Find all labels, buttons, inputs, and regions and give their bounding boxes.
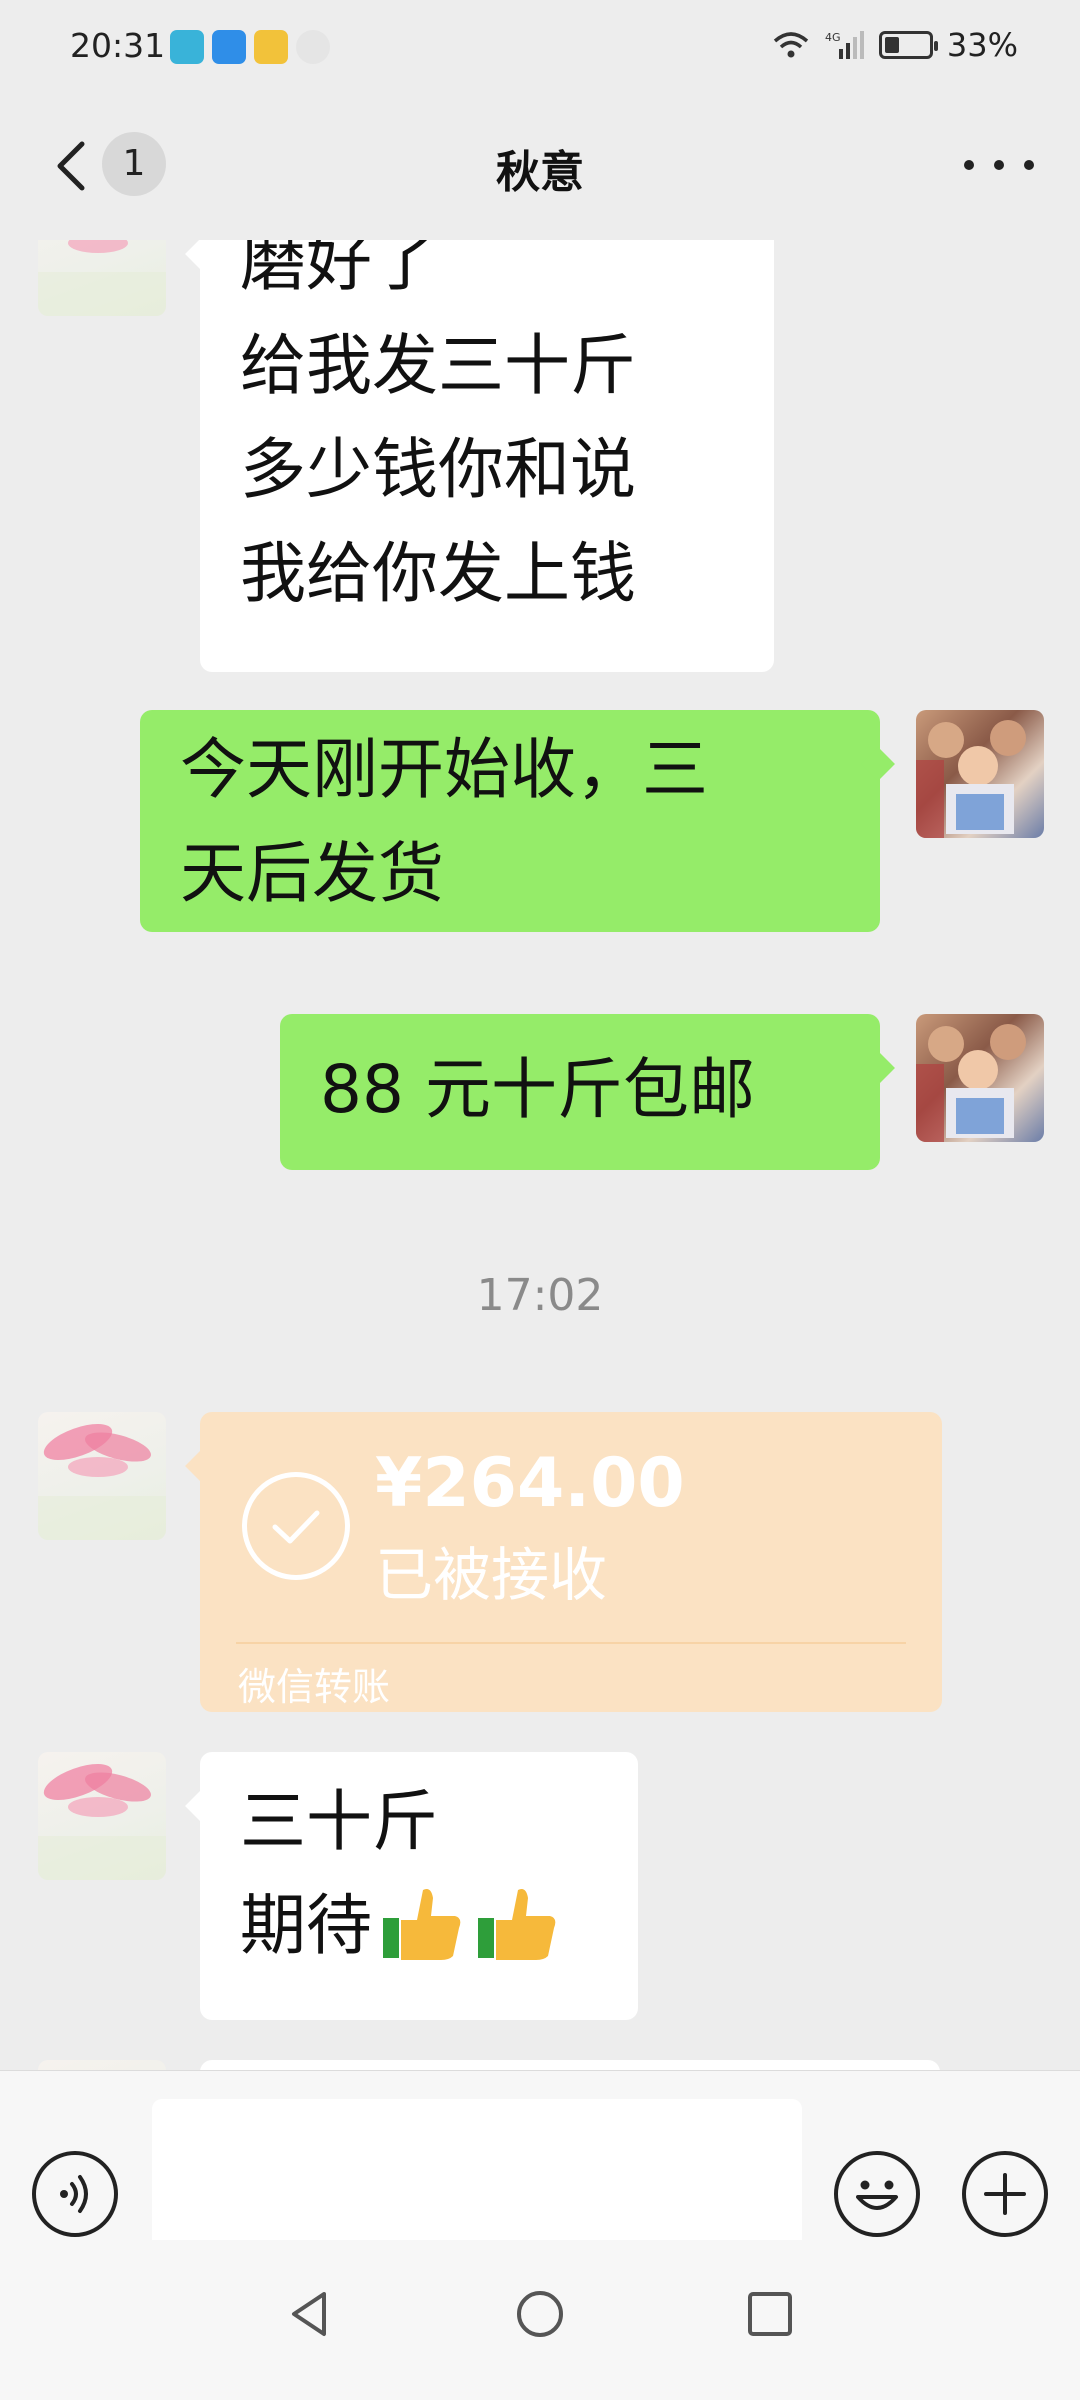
- home-circle-icon[interactable]: [510, 2284, 570, 2344]
- flower-avatar-image: [38, 1763, 166, 1880]
- message-text: 磨好了 给我发三十斤 多少钱你和说 我给你发上钱: [240, 240, 636, 612]
- recents-square-icon[interactable]: [740, 2284, 800, 2344]
- voice-icon[interactable]: [32, 2151, 118, 2237]
- status-right: 4G 33%: [771, 26, 1018, 64]
- message-text-line: 三十斤: [240, 1783, 438, 1860]
- message-bubble-incoming[interactable]: [200, 2060, 940, 2070]
- plus-icon[interactable]: [962, 2151, 1048, 2237]
- message-line-with-emoji: 期待: [240, 1874, 562, 1978]
- flower-avatar-image: [38, 240, 166, 316]
- battery-icon: [878, 31, 938, 59]
- transfer-amount: ¥264.00: [375, 1444, 685, 1523]
- message-bubble-outgoing[interactable]: 今天刚开始收，三 天后发货: [140, 710, 895, 932]
- notification-icons: [170, 30, 330, 64]
- message-input[interactable]: [152, 2099, 802, 2259]
- transfer-label: 微信转账: [238, 1665, 391, 1709]
- more-dots-icon[interactable]: [964, 140, 1034, 190]
- status-time: 20:31: [70, 26, 166, 65]
- message-bubble-outgoing[interactable]: 88 元十斤包邮: [280, 1014, 895, 1170]
- message-text: 88 元十斤包邮: [320, 1051, 755, 1128]
- system-navigation-bar: [0, 2240, 1080, 2400]
- emoji-icon[interactable]: [834, 2151, 920, 2237]
- status-bar: 20:31 4G 33%: [0, 0, 1080, 100]
- thumbs-up-icon: [478, 1889, 556, 1960]
- app-icon-2: [212, 30, 246, 64]
- message-text: 今天刚开始收，三 天后发货: [180, 731, 708, 912]
- family-photo-avatar: [916, 720, 1026, 838]
- contact-avatar[interactable]: [38, 2060, 166, 2070]
- signal-4g-icon: 4G: [825, 31, 864, 59]
- message-bubble-incoming[interactable]: 磨好了 给我发三十斤 多少钱你和说 我给你发上钱: [185, 240, 774, 672]
- battery-percent: 33%: [946, 26, 1018, 64]
- contact-avatar[interactable]: [38, 1752, 166, 1880]
- app-icon-3: [254, 30, 288, 64]
- contact-avatar[interactable]: [38, 240, 166, 316]
- thumbs-up-icon: [383, 1889, 461, 1960]
- chat-header: 1 秋意: [0, 100, 1080, 240]
- check-circle-icon: [242, 1472, 350, 1580]
- transfer-status: 已被接收: [375, 1541, 608, 1609]
- contact-avatar[interactable]: [38, 1412, 166, 1540]
- flower-avatar-image: [38, 1423, 166, 1540]
- chat-title: 秋意: [496, 147, 584, 198]
- message-text-line: 期待: [240, 1887, 372, 1964]
- svg-text:4G: 4G: [825, 31, 841, 44]
- divider: [236, 1642, 906, 1644]
- my-avatar[interactable]: [916, 710, 1044, 838]
- wifi-icon: [773, 32, 809, 58]
- app-icon-4: [296, 30, 330, 64]
- wechat-transfer-card[interactable]: ¥264.00 已被接收 微信转账: [185, 1412, 942, 1712]
- family-photo-avatar: [916, 1024, 1026, 1142]
- time-separator: 17:02: [476, 1270, 604, 1321]
- message-bubble-incoming[interactable]: 三十斤 期待: [185, 1752, 638, 2020]
- chat-messages[interactable]: 磨好了 给我发三十斤 多少钱你和说 我给你发上钱 今天刚开始收，三 天后发货 8…: [0, 240, 1080, 2070]
- input-bar: [0, 2070, 1080, 2259]
- app-icon-1: [170, 30, 204, 64]
- back-triangle-icon[interactable]: [280, 2284, 340, 2344]
- my-avatar[interactable]: [916, 1014, 1044, 1142]
